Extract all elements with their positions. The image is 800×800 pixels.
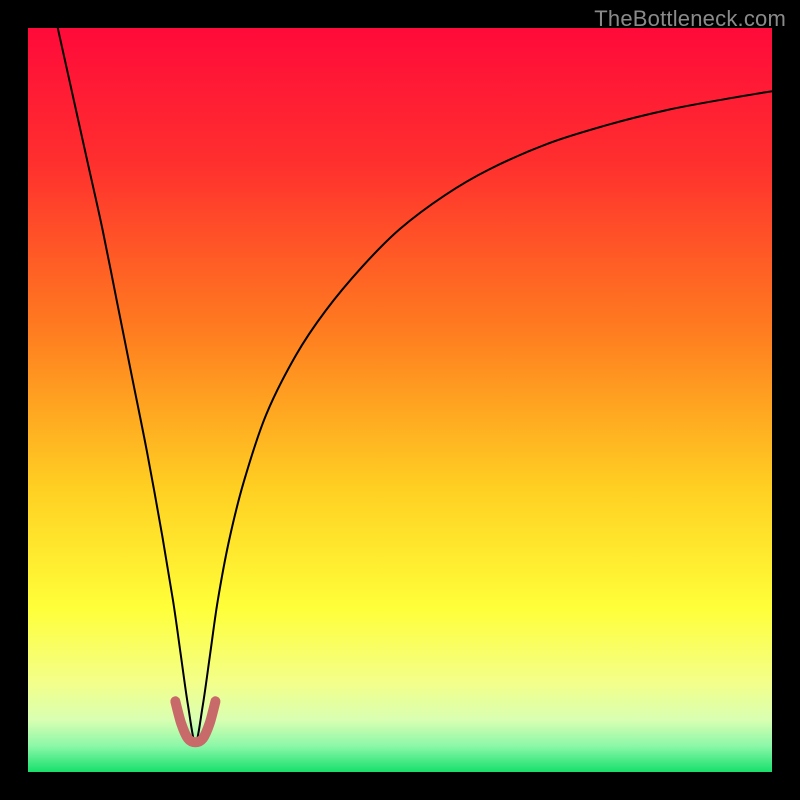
- chart-svg: [28, 28, 772, 772]
- chart-frame: [28, 28, 772, 772]
- watermark-text: TheBottleneck.com: [594, 6, 786, 32]
- chart-background: [28, 28, 772, 772]
